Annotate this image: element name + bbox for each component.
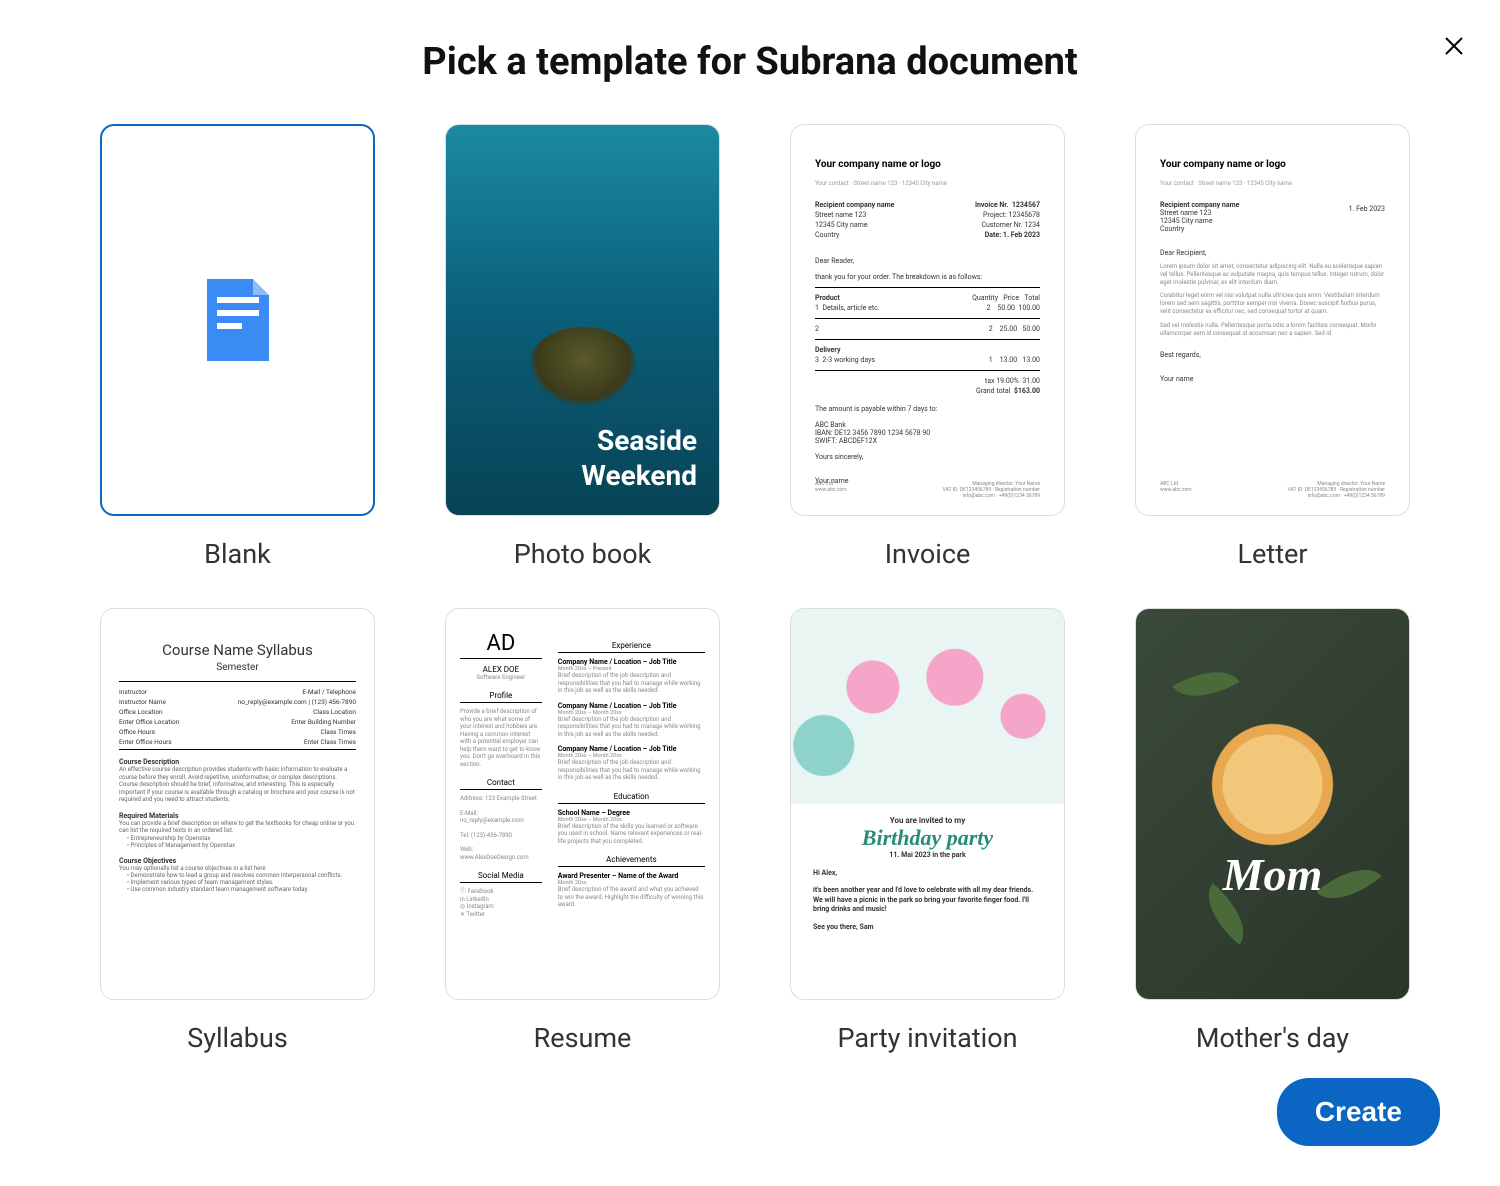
letter-preview: Your company name or logo Your contact ·…	[1136, 125, 1409, 401]
template-card: Course Name Syllabus Semester Instructor…	[100, 608, 375, 1000]
template-blank[interactable]: Blank	[100, 124, 375, 570]
template-letter[interactable]: Your company name or logo Your contact ·…	[1135, 124, 1410, 570]
party-body: You are invited to my Birthday party 11.…	[791, 804, 1064, 944]
template-invoice[interactable]: Your company name or logo Your contact ·…	[790, 124, 1065, 570]
template-card: Your company name or logo Your contact ·…	[1135, 124, 1410, 516]
template-grid: Blank Seaside Weekend Photo book Your co…	[100, 124, 1400, 1054]
template-card	[100, 124, 375, 516]
leaf-decoration	[1316, 853, 1381, 915]
template-card: Your company name or logo Your contact ·…	[790, 124, 1065, 516]
turtle-illustration	[528, 327, 638, 407]
close-button[interactable]	[1438, 30, 1470, 65]
invoice-preview: Your company name or logo Your contact ·…	[791, 125, 1064, 503]
template-label: Invoice	[885, 538, 971, 570]
template-label: Resume	[534, 1022, 632, 1054]
create-button[interactable]: Create	[1277, 1078, 1440, 1146]
page-title: Pick a template for Subrana document	[100, 40, 1400, 84]
document-icon	[207, 279, 269, 361]
template-card: Seaside Weekend	[445, 124, 720, 516]
template-resume[interactable]: AD ALEX DOE Software Engineer Profile Pr…	[445, 608, 720, 1054]
syllabus-preview: Course Name Syllabus Semester Instructor…	[101, 609, 374, 925]
template-label: Syllabus	[187, 1022, 288, 1054]
template-label: Party invitation	[837, 1022, 1017, 1054]
leaf-decoration	[1173, 656, 1240, 712]
template-photo-book[interactable]: Seaside Weekend Photo book	[445, 124, 720, 570]
template-card: Mom	[1135, 608, 1410, 1000]
template-mothers-day[interactable]: Mom Mother's day	[1135, 608, 1410, 1054]
close-icon	[1442, 34, 1466, 58]
template-card: You are invited to my Birthday party 11.…	[790, 608, 1065, 1000]
template-syllabus[interactable]: Course Name Syllabus Semester Instructor…	[100, 608, 375, 1054]
template-label: Photo book	[514, 538, 652, 570]
template-label: Blank	[204, 538, 271, 570]
template-label: Letter	[1238, 538, 1308, 570]
resume-preview: AD ALEX DOE Software Engineer Profile Pr…	[446, 609, 719, 928]
party-photo	[791, 609, 1064, 804]
template-card: AD ALEX DOE Software Engineer Profile Pr…	[445, 608, 720, 1000]
mom-text: Mom	[1223, 848, 1323, 901]
photobook-overlay-text: Seaside Weekend	[581, 423, 697, 493]
template-label: Mother's day	[1196, 1022, 1349, 1054]
template-party-invitation[interactable]: You are invited to my Birthday party 11.…	[790, 608, 1065, 1054]
